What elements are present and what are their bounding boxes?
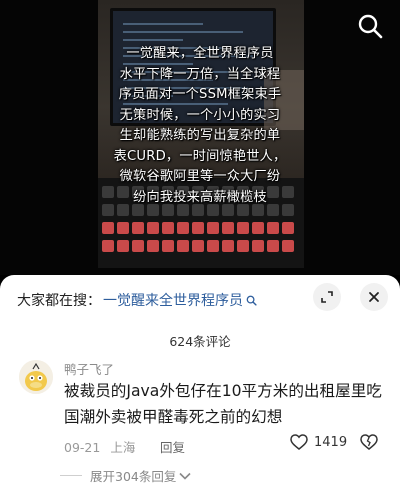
comment-text: 被裁员的Java外包仔在10平方米的出租屋里吃 国潮外卖被甲醛毒死之前的幻想 — [64, 382, 382, 426]
avatar[interactable] — [19, 360, 53, 394]
search-button[interactable] — [356, 12, 384, 40]
comment-username[interactable]: 鸭子飞了 — [64, 359, 114, 378]
broken-heart-icon — [360, 434, 378, 450]
search-icon — [246, 295, 257, 306]
comment-date: 09-21 — [64, 440, 101, 455]
comment-meta: 09-21 上海 — [64, 437, 145, 456]
heart-icon — [290, 434, 308, 450]
divider — [60, 475, 82, 476]
comment-sheet: 大家都在搜： 一觉醒来全世界程序员 624条评论 鸭子飞了 被裁员的Java外包… — [0, 275, 400, 491]
expand-replies-label: 展开304条回复 — [90, 469, 177, 484]
comment-location: 上海 — [110, 440, 136, 455]
expand-replies-button[interactable]: 展开304条回复 — [60, 466, 191, 485]
search-icon — [358, 14, 383, 39]
expand-fullscreen-button[interactable] — [313, 283, 341, 311]
suggested-search-prefix: 大家都在搜： — [17, 293, 101, 309]
close-icon — [369, 292, 379, 302]
suggested-search-query[interactable]: 一觉醒来全世界程序员 — [103, 290, 243, 310]
reply-button[interactable]: 回复 — [160, 437, 185, 456]
video-player[interactable]: 一觉醒来，全世界程序员 水平下降一万倍，当全球程 序员面对一个SSM框架束手 无… — [0, 0, 400, 275]
video-caption: 一觉醒来，全世界程序员 水平下降一万倍，当全球程 序员面对一个SSM框架束手 无… — [113, 46, 287, 205]
comment-item: 鸭子飞了 被裁员的Java外包仔在10平方米的出租屋里吃 国潮外卖被甲醛毒死之前… — [0, 356, 400, 491]
like-count: 1419 — [314, 434, 348, 450]
like-button[interactable]: 1419 — [290, 434, 347, 450]
duck-avatar-icon — [19, 360, 53, 394]
expand-icon — [321, 291, 333, 303]
chevron-down-icon — [179, 472, 191, 480]
dislike-button[interactable] — [360, 434, 378, 454]
close-button[interactable] — [360, 283, 388, 311]
comment-count: 624条评论 — [169, 334, 231, 349]
